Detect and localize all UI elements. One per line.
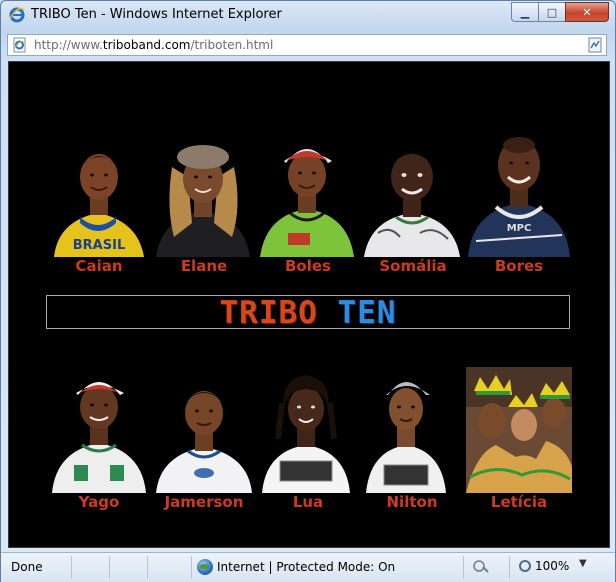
photo-jamerson [152,381,256,493]
zoom-icon [519,560,531,572]
window-controls: ▁ □ ✕ [511,2,609,22]
bores-shirt-text: MPC [507,223,532,234]
member-name: Boles [285,257,331,275]
address-bar[interactable]: http://www.triboband.com/triboten.html [7,34,607,56]
globe-icon [197,559,213,575]
status-divider [109,556,110,578]
photo-bores: MPC [466,131,572,257]
maximize-icon: □ [546,5,558,19]
page-icon [12,37,28,53]
url-path: /triboten.html [190,38,274,52]
member-name: Letícia [490,493,548,511]
status-divider [71,556,72,578]
member-name: Elane [180,257,228,275]
member-name: Caian [75,257,123,275]
caian-shirt-text: BRASIL [73,238,125,253]
minimize-icon: ▁ [520,5,530,19]
status-divider [463,556,464,578]
tribo-ten-banner: TRIBO TEN [46,295,570,331]
status-divider [191,556,192,578]
url-prefix: http://www. [34,38,103,52]
status-bar: Done Internet | Protected Mode: On 100% … [1,552,615,582]
photo-boles [256,135,358,257]
security-zone[interactable]: Internet | Protected Mode: On [197,559,395,575]
photo-yago [46,371,152,493]
minimize-button[interactable]: ▁ [511,2,539,22]
address-url[interactable]: http://www.triboband.com/triboten.html [34,38,273,52]
zoom-dropdown-icon[interactable]: ▼ [579,558,587,569]
photo-lua [260,369,352,493]
banner-ten: TEN [337,295,397,331]
status-text: Done [11,560,43,574]
status-divider [509,556,510,578]
title-bar[interactable]: TRIBO Ten - Windows Internet Explorer ▁ … [1,1,615,29]
status-divider [147,556,148,578]
member-name: Jamerson [164,493,244,511]
compatibility-view-icon[interactable] [587,37,603,53]
member-name: Nilton [386,493,438,511]
member-name: Somália [379,257,447,275]
banner-title: TRIBO TEN [47,295,569,331]
zoom-control[interactable]: 100% [519,559,569,573]
zone-text: Internet | Protected Mode: On [217,560,396,574]
banner-tribo: TRIBO [219,295,338,331]
zoom-level: 100% [535,559,570,573]
page-content: BRASIL MPC Caian Elane Boles Somália Bor… [8,61,610,548]
url-domain: triboband.com [102,38,191,52]
close-icon: ✕ [582,5,592,19]
maximize-button[interactable]: □ [538,2,566,22]
photo-elane [152,137,254,257]
photo-nilton [364,371,448,493]
photo-somalia [360,137,464,257]
member-name: Yago [78,493,120,511]
protected-mode-icon[interactable] [473,558,489,578]
ie-logo-icon [9,7,25,23]
member-name: Bores [494,257,544,275]
browser-window: TRIBO Ten - Windows Internet Explorer ▁ … [0,0,616,582]
member-name: Lua [292,493,324,511]
photo-caian: BRASIL [46,143,152,257]
close-button[interactable]: ✕ [565,2,609,22]
photo-leticia [466,367,572,493]
window-title: TRIBO Ten - Windows Internet Explorer [31,7,282,22]
